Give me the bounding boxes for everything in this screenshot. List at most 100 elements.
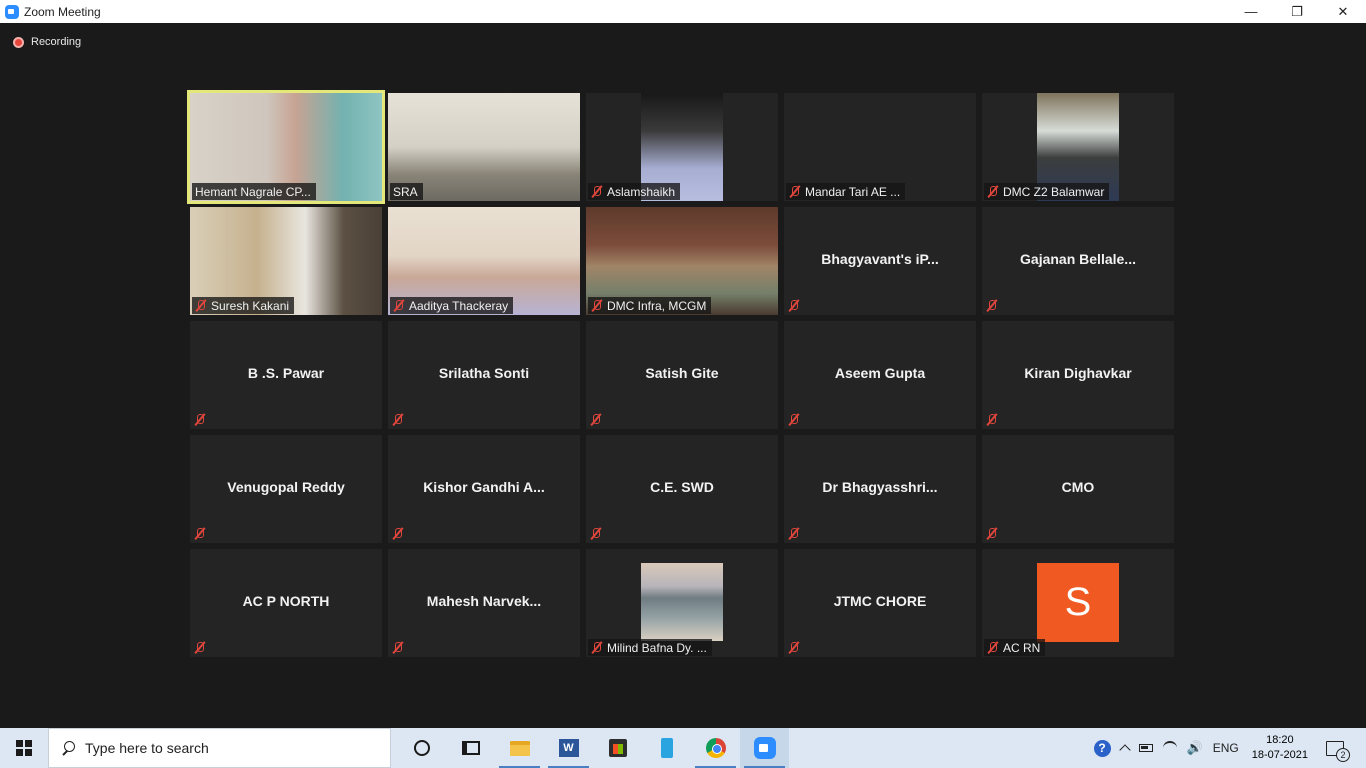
- clock-time: 18:20: [1266, 734, 1294, 746]
- mic-muted-icon: [986, 299, 998, 312]
- participant-tile[interactable]: Bhagyavant's iP...: [784, 207, 976, 315]
- clock[interactable]: 18:20 18-07-2021: [1244, 733, 1316, 763]
- participant-name: Suresh Kakani: [211, 298, 290, 313]
- zoom-taskbar-button[interactable]: [740, 728, 789, 768]
- window-title: Zoom Meeting: [24, 4, 101, 19]
- recording-icon: [13, 36, 24, 48]
- mic-muted-icon: [788, 527, 800, 540]
- participant-tile[interactable]: Aslamshaikh: [586, 93, 778, 201]
- participant-name: AC RN: [1003, 640, 1041, 655]
- word-button[interactable]: W: [544, 728, 593, 768]
- gallery-grid: Hemant Nagrale CP... SRA Aslamshaikh Mandar…: [187, 90, 1176, 657]
- chrome-icon: [705, 738, 726, 758]
- store-button[interactable]: [593, 728, 642, 768]
- taskbar-search-box[interactable]: Type here to search: [48, 728, 391, 768]
- participant-name: Satish Gite: [645, 365, 719, 381]
- participant-tile[interactable]: Milind Bafna Dy. ...: [586, 549, 778, 657]
- participant-name: Gajanan Bellale...: [1020, 251, 1136, 267]
- participant-tile[interactable]: SRA: [388, 93, 580, 201]
- participant-nametag: AC RN: [984, 639, 1046, 656]
- participant-name: C.E. SWD: [650, 479, 714, 495]
- language-button[interactable]: ENG: [1208, 728, 1244, 768]
- participant-tile[interactable]: Hemant Nagrale CP...: [187, 90, 385, 204]
- participant-name: Kiran Dighavkar: [1024, 365, 1132, 381]
- participant-name: DMC Z2 Balamwar: [1003, 184, 1105, 199]
- mic-muted-icon: [195, 299, 207, 312]
- task-view-button[interactable]: [446, 728, 495, 768]
- speaker-icon: 🔊: [1186, 740, 1203, 755]
- participant-tile[interactable]: Aseem Gupta: [784, 321, 976, 429]
- show-hidden-icons-button[interactable]: [1116, 728, 1134, 768]
- mic-muted-icon: [591, 299, 603, 312]
- participant-nametag: Suresh Kakani: [192, 297, 295, 314]
- store-icon: [608, 739, 627, 757]
- participant-nametag: SRA: [390, 183, 423, 200]
- participant-tile[interactable]: Suresh Kakani: [190, 207, 382, 315]
- participant-name: Aseem Gupta: [834, 365, 926, 381]
- close-button[interactable]: ✕: [1320, 0, 1366, 23]
- chrome-button[interactable]: [691, 728, 740, 768]
- participant-name: Hemant Nagrale CP...: [195, 184, 311, 199]
- participant-tile[interactable]: Kishor Gandhi A...: [388, 435, 580, 543]
- participant-tile[interactable]: B .S. Pawar: [190, 321, 382, 429]
- file-explorer-button[interactable]: [495, 728, 544, 768]
- mic-muted-icon: [788, 641, 800, 654]
- search-placeholder: Type here to search: [85, 740, 209, 756]
- participant-tile[interactable]: JTMC CHORE: [784, 549, 976, 657]
- minimize-button[interactable]: —: [1228, 0, 1274, 23]
- participant-tile[interactable]: Aaditya Thackeray: [388, 207, 580, 315]
- participant-tile[interactable]: Mahesh Narvek...: [388, 549, 580, 657]
- notifications-button[interactable]: 2: [1316, 728, 1366, 768]
- restore-button[interactable]: ❐: [1274, 0, 1320, 23]
- windows-taskbar: Type here to search W ? 🔊 ENG 18:20 18-0…: [0, 728, 1366, 768]
- participant-tile[interactable]: Gajanan Bellale...: [982, 207, 1174, 315]
- mic-muted-icon: [393, 299, 405, 312]
- mic-muted-icon: [591, 641, 603, 654]
- window-controls: — ❐ ✕: [1228, 0, 1366, 23]
- start-button[interactable]: [0, 728, 48, 768]
- help-tray-button[interactable]: ?: [1089, 728, 1116, 768]
- participant-tile[interactable]: DMC Z2 Balamwar: [982, 93, 1174, 201]
- participant-name: DMC Infra, MCGM: [607, 298, 707, 313]
- participant-tile[interactable]: AC P NORTH: [190, 549, 382, 657]
- mic-muted-icon: [986, 527, 998, 540]
- folder-icon: [509, 740, 530, 756]
- participant-tile[interactable]: Satish Gite: [586, 321, 778, 429]
- taskbar-apps: W: [397, 728, 789, 768]
- mic-muted-icon: [392, 527, 404, 540]
- mic-muted-icon: [788, 413, 800, 426]
- participant-tile[interactable]: Mandar Tari AE ...: [784, 93, 976, 201]
- phone-app-button[interactable]: [642, 728, 691, 768]
- participant-tile[interactable]: CMO: [982, 435, 1174, 543]
- participant-name: Aslamshaikh: [607, 184, 676, 199]
- participant-tile[interactable]: C.E. SWD: [586, 435, 778, 543]
- battery-button[interactable]: [1134, 728, 1158, 768]
- battery-icon: [1138, 744, 1153, 752]
- participant-name: Srilatha Sonti: [438, 365, 530, 381]
- participant-tile[interactable]: Venugopal Reddy: [190, 435, 382, 543]
- participant-tile[interactable]: Kiran Dighavkar: [982, 321, 1174, 429]
- mic-muted-icon: [987, 185, 999, 198]
- participant-nametag: Aaditya Thackeray: [390, 297, 514, 314]
- windows-logo-icon: [16, 740, 32, 756]
- zoom-icon: [753, 737, 776, 759]
- title-bar: Zoom Meeting — ❐ ✕: [0, 0, 1366, 23]
- participant-name: Mahesh Narvek...: [426, 593, 542, 609]
- participant-name: Aaditya Thackeray: [409, 298, 509, 313]
- phone-icon: [660, 738, 673, 758]
- network-button[interactable]: [1158, 728, 1182, 768]
- system-tray: ? 🔊 ENG 18:20 18-07-2021 2: [1089, 728, 1366, 768]
- participant-nametag: Hemant Nagrale CP...: [192, 183, 316, 200]
- participant-tile[interactable]: S AC RN: [982, 549, 1174, 657]
- cortana-button[interactable]: [397, 728, 446, 768]
- participant-tile[interactable]: Srilatha Sonti: [388, 321, 580, 429]
- participant-tile[interactable]: Dr Bhagyasshri...: [784, 435, 976, 543]
- help-icon: ?: [1093, 739, 1111, 757]
- mic-muted-icon: [590, 527, 602, 540]
- participant-video: [641, 563, 723, 641]
- participant-name: Dr Bhagyasshri...: [822, 479, 938, 495]
- search-icon: [61, 741, 75, 755]
- recording-indicator[interactable]: Recording: [13, 36, 81, 48]
- volume-button[interactable]: 🔊: [1182, 728, 1208, 768]
- participant-tile[interactable]: DMC Infra, MCGM: [586, 207, 778, 315]
